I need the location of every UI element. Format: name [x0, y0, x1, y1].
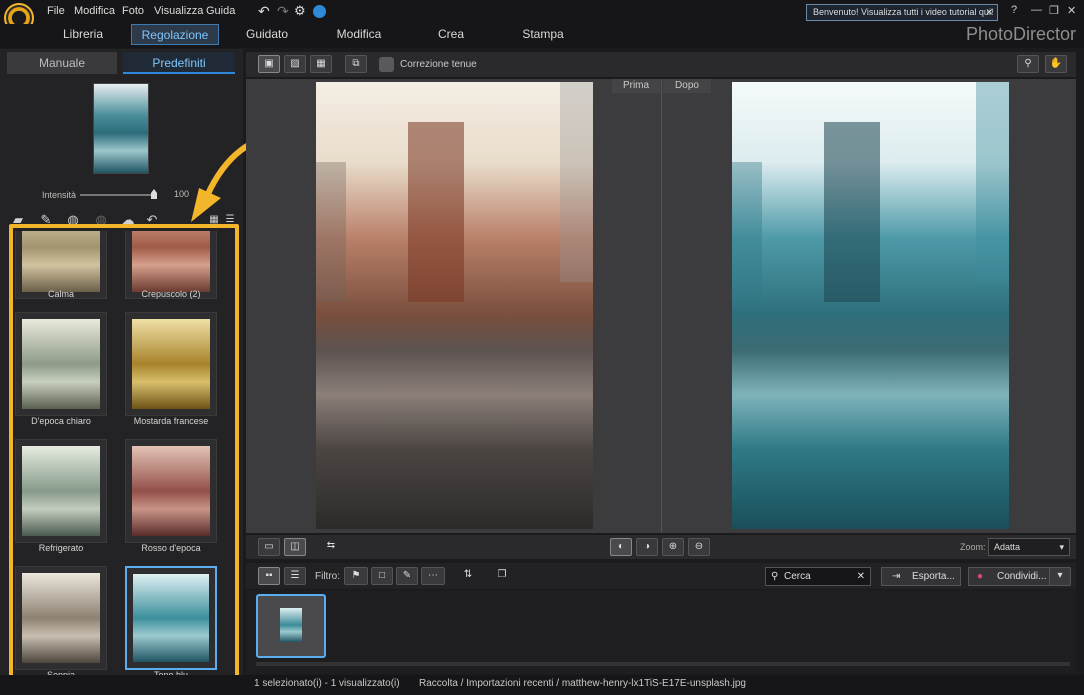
single-layout-icon[interactable]: ▭ [258, 538, 280, 556]
export-button[interactable]: ⇥ Esporta... [881, 567, 961, 586]
export-label: Esporta... [912, 571, 955, 582]
intensity-label: Intensità [42, 190, 77, 200]
viewer-bottom-bar [246, 535, 1076, 559]
after-image [732, 82, 1009, 529]
split-compare-icon[interactable]: ◐ [610, 538, 632, 556]
search-input[interactable]: ⚲ Cerca ✕ [765, 567, 871, 586]
vertical-split-icon[interactable]: ⊕ [662, 538, 684, 556]
filmstrip-scrollbar[interactable] [256, 662, 1070, 666]
intensity-slider-track[interactable] [80, 194, 155, 196]
zoom-label: Zoom: [960, 542, 986, 552]
tab-guided[interactable]: Guidato [223, 24, 311, 45]
before-caption: Prima [612, 79, 660, 93]
soft-correction-checkbox[interactable] [379, 57, 394, 72]
half-compare-icon[interactable]: ◑ [636, 538, 658, 556]
details-view-icon[interactable]: ☰ [284, 567, 306, 585]
compare-icon[interactable]: ⧉ [345, 55, 367, 73]
zoom-select[interactable]: Adatta ▾ [988, 538, 1070, 556]
tab-manual[interactable]: Manuale [7, 52, 117, 74]
tab-adjustment[interactable]: Regolazione [131, 24, 219, 45]
redo-icon[interactable]: ↷ [277, 3, 289, 20]
zoom-search-icon[interactable]: ⚲ [1017, 55, 1039, 73]
preset-preview-thumbnail [93, 83, 149, 174]
search-icon: ⚲ [771, 571, 779, 582]
close-icon[interactable]: ✕ [985, 5, 993, 20]
hand-pan-icon[interactable]: ✋ [1045, 55, 1067, 73]
settings-gear-icon[interactable]: ⚙ [294, 3, 306, 19]
zoom-value: Adatta [994, 542, 1021, 552]
update-icon[interactable] [313, 5, 326, 18]
help-icon[interactable]: ? [1011, 4, 1017, 16]
tab-print[interactable]: Stampa [499, 24, 587, 45]
welcome-banner[interactable]: Benvenuto! Visualizza tutti i video tuto… [806, 4, 998, 21]
brand-name: PhotoDirector [965, 24, 1076, 44]
chevron-down-icon: ▾ [1059, 542, 1064, 552]
single-view-icon[interactable]: ▣ [258, 55, 280, 73]
preset-highlight-frame [9, 224, 239, 689]
stack-icon[interactable]: ❐ [491, 567, 513, 585]
selection-status: 1 selezionato(i) - 1 visualizzato(i) [254, 678, 400, 689]
filter-label: Filtro: [315, 571, 340, 582]
viewer-toolbar [246, 52, 1076, 77]
before-image [316, 82, 593, 529]
side-by-side-icon[interactable]: ◫ [284, 538, 306, 556]
grid-view-icon[interactable]: ▦ [310, 55, 332, 73]
tab-create[interactable]: Crea [407, 24, 495, 45]
sort-icon[interactable]: ⇅ [457, 567, 479, 585]
menu-photo[interactable]: Foto [122, 5, 144, 17]
color-filter-icon[interactable]: □ [371, 567, 393, 585]
compare-divider[interactable] [661, 79, 662, 533]
menu-file[interactable]: File [47, 5, 65, 17]
search-placeholder: Cerca [784, 571, 811, 582]
window-close-icon[interactable]: ✕ [1067, 4, 1076, 17]
restore-icon[interactable]: ❐ [1049, 4, 1059, 17]
minimize-icon[interactable]: — [1031, 4, 1042, 16]
filmstrip-image [280, 608, 302, 642]
clear-icon[interactable]: ✕ [857, 568, 865, 585]
export-icon: ⇥ [892, 571, 901, 582]
file-path: Raccolta / Importazioni recenti / matthe… [419, 678, 746, 689]
flag-filter-icon[interactable]: ⚑ [344, 567, 368, 585]
menu-help[interactable]: Guida [206, 5, 235, 17]
after-caption: Dopo [663, 79, 711, 93]
tab-presets[interactable]: Predefiniti [123, 52, 235, 74]
menu-edit[interactable]: Modifica [74, 5, 115, 17]
more-filter-icon[interactable]: ⋯ [421, 567, 445, 585]
share-dropdown-icon[interactable]: ▾ [1049, 567, 1071, 586]
swap-icon[interactable]: ⇆ [320, 538, 342, 556]
tab-edit[interactable]: Modifica [315, 24, 403, 45]
thumbnail-view-icon[interactable]: ▪▪ [258, 567, 280, 585]
tab-library[interactable]: Libreria [40, 24, 126, 45]
welcome-banner-text: Benvenuto! Visualizza tutti i video tuto… [813, 7, 994, 17]
menu-view[interactable]: Visualizza [154, 5, 203, 17]
share-label: Condividi... [997, 571, 1047, 582]
horizontal-split-icon[interactable]: ⊖ [688, 538, 710, 556]
soft-correction-label: Correzione tenue [400, 59, 477, 70]
undo-icon[interactable]: ↶ [258, 3, 270, 20]
edit-filter-icon[interactable]: ✎ [396, 567, 418, 585]
share-icon: ● [977, 571, 984, 582]
image-view-icon[interactable]: ▨ [284, 55, 306, 73]
